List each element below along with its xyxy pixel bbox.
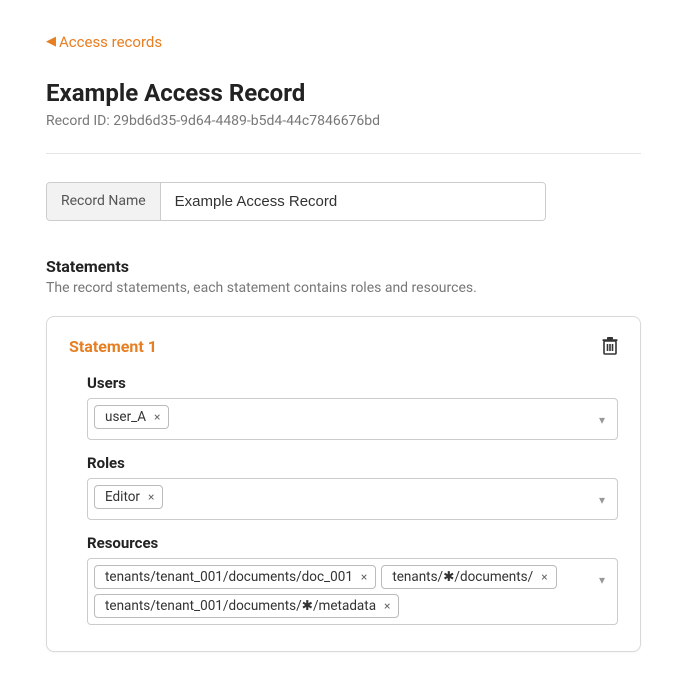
chip-label: tenants/tenant_001/documents/✱/metadata (105, 598, 376, 614)
chip-remove-icon[interactable]: × (361, 571, 367, 583)
chevron-down-icon: ▾ (599, 413, 605, 427)
back-link-label: Access records (59, 33, 162, 51)
back-link[interactable]: ◀ Access records (46, 33, 162, 51)
record-id-label: Record ID: (46, 113, 110, 129)
resources-label: Resources (87, 534, 618, 552)
page-title: Example Access Record (46, 79, 641, 107)
chip: tenants/tenant_001/documents/doc_001 × (94, 565, 376, 589)
caret-left-icon: ◀ (46, 34, 56, 49)
chip-label: Editor (105, 489, 140, 505)
resources-field: Resources tenants/tenant_001/documents/d… (69, 534, 618, 625)
chip-remove-icon[interactable]: × (384, 600, 390, 612)
chip: user_A × (94, 405, 169, 429)
chip-label: tenants/tenant_001/documents/doc_001 (105, 569, 353, 585)
statement-header: Statement 1 (69, 337, 618, 356)
record-name-label: Record Name (47, 183, 161, 220)
chip-remove-icon[interactable]: × (148, 491, 154, 503)
resources-multiselect[interactable]: tenants/tenant_001/documents/doc_001×ten… (87, 558, 618, 625)
chip: tenants/tenant_001/documents/✱/metadata × (94, 594, 399, 618)
roles-label: Roles (87, 454, 618, 472)
roles-multiselect[interactable]: Editor × ▾ (87, 478, 618, 520)
statement-card: Statement 1 Users user_A × ▾ Roles Editor ×… (46, 316, 641, 652)
chevron-down-icon: ▾ (599, 493, 605, 507)
statements-desc: The record statements, each statement co… (46, 280, 641, 296)
record-id-value: 29bd6d35-9d64-4489-b5d4-44c7846676bd (113, 113, 380, 129)
users-label: Users (87, 374, 618, 392)
chip: Editor × (94, 485, 163, 509)
chip-remove-icon[interactable]: × (154, 411, 160, 423)
record-id-line: Record ID: 29bd6d35-9d64-4489-b5d4-44c78… (46, 113, 641, 129)
statement-title: Statement 1 (69, 337, 157, 356)
users-multiselect[interactable]: user_A × ▾ (87, 398, 618, 440)
roles-field: Roles Editor × ▾ (69, 454, 618, 520)
chip-label: user_A (105, 409, 146, 425)
record-name-input[interactable] (161, 183, 545, 220)
record-name-input-group: Record Name (46, 182, 546, 221)
users-field: Users user_A × ▾ (69, 374, 618, 440)
chip-remove-icon[interactable]: × (541, 571, 547, 583)
chip: tenants/✱/documents/ × (381, 565, 556, 589)
trash-icon[interactable] (602, 337, 618, 355)
statements-title: Statements (46, 257, 641, 276)
chip-label: tenants/✱/documents/ (392, 569, 533, 585)
chevron-down-icon: ▾ (599, 573, 605, 587)
divider (46, 153, 641, 154)
